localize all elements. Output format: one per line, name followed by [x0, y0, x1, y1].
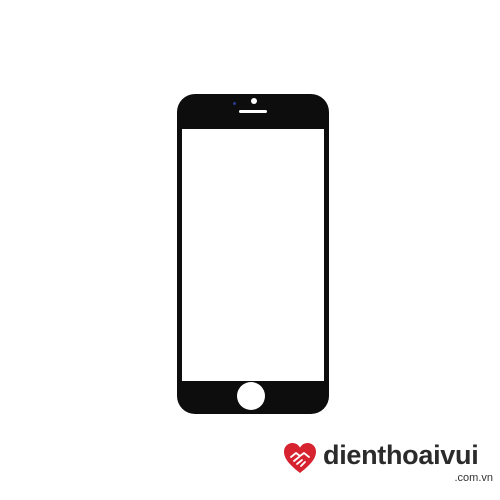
product-image: dienthoaivui .com.vn — [0, 0, 500, 500]
screen-area — [182, 129, 324, 381]
proximity-sensor-dot — [233, 102, 236, 105]
phone-front-glass — [177, 94, 329, 414]
home-button-hole — [237, 382, 265, 410]
heart-hands-icon — [284, 443, 316, 473]
brand-watermark: dienthoaivui .com.vn — [283, 440, 495, 492]
earpiece-slot — [239, 110, 267, 113]
brand-domain: .com.vn — [454, 472, 493, 484]
brand-name: dienthoaivui — [323, 440, 479, 470]
front-camera-hole — [251, 98, 257, 104]
